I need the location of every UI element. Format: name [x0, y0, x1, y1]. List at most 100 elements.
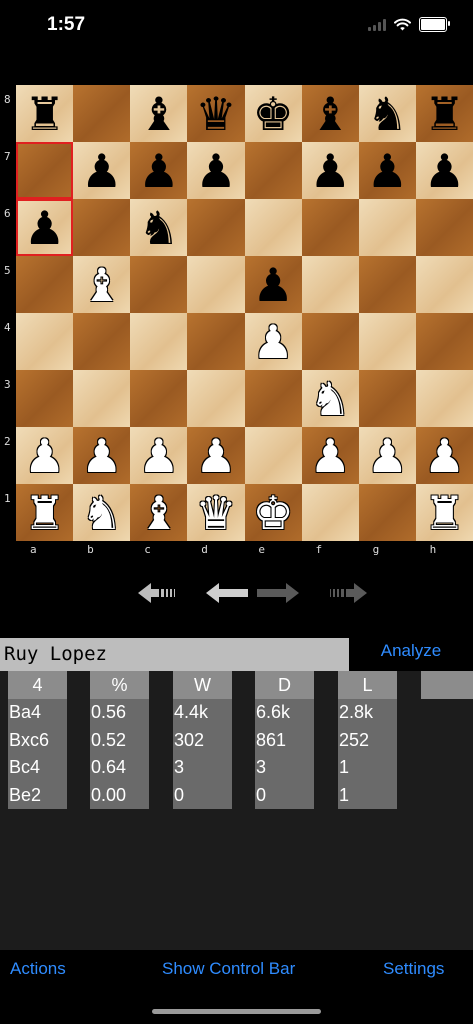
square-g5[interactable] — [358, 256, 416, 313]
move-cell[interactable]: Ba4 — [8, 699, 67, 727]
square-g8[interactable]: ♞ — [358, 85, 416, 142]
first-move-button[interactable] — [137, 578, 181, 608]
square-f8[interactable]: ♝ — [301, 85, 359, 142]
square-h3[interactable] — [415, 370, 473, 427]
square-a8[interactable]: ♜ — [16, 85, 74, 142]
previous-move-button[interactable] — [205, 578, 249, 608]
square-d1[interactable]: ♛ — [187, 484, 245, 541]
show-control-bar-button[interactable]: Show Control Bar — [162, 959, 295, 979]
square-a1[interactable]: ♜ — [16, 484, 74, 541]
black-pawn-icon[interactable]: ♟ — [424, 148, 465, 194]
white-pawn-icon[interactable]: ♟ — [252, 319, 293, 365]
white-pawn-icon[interactable]: ♟ — [24, 433, 65, 479]
square-f2[interactable]: ♟ — [301, 427, 359, 484]
actions-button[interactable]: Actions — [10, 959, 66, 979]
white-rook-icon[interactable]: ♜ — [24, 490, 65, 536]
square-c8[interactable]: ♝ — [130, 85, 188, 142]
square-b7[interactable]: ♟ — [73, 142, 131, 199]
black-rook-icon[interactable]: ♜ — [24, 91, 65, 137]
black-pawn-icon[interactable]: ♟ — [367, 148, 408, 194]
square-d7[interactable]: ♟ — [187, 142, 245, 199]
square-d8[interactable]: ♛ — [187, 85, 245, 142]
square-d3[interactable] — [187, 370, 245, 427]
white-king-icon[interactable]: ♚ — [252, 490, 293, 536]
square-d5[interactable] — [187, 256, 245, 313]
square-c5[interactable] — [130, 256, 188, 313]
black-pawn-icon[interactable]: ♟ — [138, 148, 179, 194]
black-knight-icon[interactable]: ♞ — [367, 91, 408, 137]
square-e7[interactable] — [244, 142, 302, 199]
square-c2[interactable]: ♟ — [130, 427, 188, 484]
move-cell[interactable]: Be2 — [8, 781, 67, 809]
move-cell[interactable]: Bc4 — [8, 754, 67, 782]
square-c1[interactable]: ♝ — [130, 484, 188, 541]
square-e4[interactable]: ♟ — [244, 313, 302, 370]
square-e2[interactable] — [244, 427, 302, 484]
square-g3[interactable] — [358, 370, 416, 427]
square-d4[interactable] — [187, 313, 245, 370]
square-f3[interactable]: ♞ — [301, 370, 359, 427]
white-pawn-icon[interactable]: ♟ — [424, 433, 465, 479]
square-a4[interactable] — [16, 313, 74, 370]
square-h7[interactable]: ♟ — [415, 142, 473, 199]
square-g7[interactable]: ♟ — [358, 142, 416, 199]
square-a3[interactable] — [16, 370, 74, 427]
white-pawn-icon[interactable]: ♟ — [367, 433, 408, 479]
square-b1[interactable]: ♞ — [73, 484, 131, 541]
square-f5[interactable] — [301, 256, 359, 313]
square-d2[interactable]: ♟ — [187, 427, 245, 484]
chess-board[interactable]: ♜ ♝ ♛ ♚ ♝ ♞ ♜ ♟ ♟ ♟ ♟ ♟ ♟ ♟ ♞ ♝ ♟ ♟ ♞ ♟ ♟ ♟ ♟ ♟ ♟ ♟ ♜ ♞ ♝ ♛ ♚ ♜ — [16, 85, 473, 541]
black-pawn-icon[interactable]: ♟ — [252, 262, 293, 308]
next-move-button[interactable] — [256, 578, 300, 608]
square-b6[interactable] — [73, 199, 131, 256]
black-king-icon[interactable]: ♚ — [252, 91, 293, 137]
square-c3[interactable] — [130, 370, 188, 427]
square-e5[interactable]: ♟ — [244, 256, 302, 313]
black-pawn-icon[interactable]: ♟ — [81, 148, 122, 194]
black-pawn-icon[interactable]: ♟ — [24, 205, 65, 251]
black-bishop-icon[interactable]: ♝ — [138, 91, 179, 137]
square-a5[interactable] — [16, 256, 74, 313]
square-d6[interactable] — [187, 199, 245, 256]
white-knight-icon[interactable]: ♞ — [310, 376, 351, 422]
square-b8[interactable] — [73, 85, 131, 142]
square-g6[interactable] — [358, 199, 416, 256]
square-h6[interactable] — [415, 199, 473, 256]
square-a2[interactable]: ♟ — [16, 427, 74, 484]
square-a6[interactable]: ♟ — [16, 199, 74, 256]
white-pawn-icon[interactable]: ♟ — [195, 433, 236, 479]
square-g2[interactable]: ♟ — [358, 427, 416, 484]
square-g1[interactable] — [358, 484, 416, 541]
white-pawn-icon[interactable]: ♟ — [310, 433, 351, 479]
analyze-button[interactable]: Analyze — [349, 638, 473, 671]
black-queen-icon[interactable]: ♛ — [195, 91, 236, 137]
square-e6[interactable] — [244, 199, 302, 256]
square-e3[interactable] — [244, 370, 302, 427]
square-c6[interactable]: ♞ — [130, 199, 188, 256]
white-rook-icon[interactable]: ♜ — [424, 490, 465, 536]
last-move-button[interactable] — [324, 578, 368, 608]
square-h2[interactable]: ♟ — [415, 427, 473, 484]
square-h4[interactable] — [415, 313, 473, 370]
square-h1[interactable]: ♜ — [415, 484, 473, 541]
square-a7[interactable] — [16, 142, 74, 199]
square-e1[interactable]: ♚ — [244, 484, 302, 541]
black-bishop-icon[interactable]: ♝ — [310, 91, 351, 137]
square-f1[interactable] — [301, 484, 359, 541]
square-f7[interactable]: ♟ — [301, 142, 359, 199]
move-cell[interactable]: Bxc6 — [8, 726, 67, 754]
black-pawn-icon[interactable]: ♟ — [195, 148, 236, 194]
black-rook-icon[interactable]: ♜ — [424, 91, 465, 137]
square-b4[interactable] — [73, 313, 131, 370]
black-knight-icon[interactable]: ♞ — [138, 205, 179, 251]
square-e8[interactable]: ♚ — [244, 85, 302, 142]
square-h8[interactable]: ♜ — [415, 85, 473, 142]
white-queen-icon[interactable]: ♛ — [195, 490, 236, 536]
square-f6[interactable] — [301, 199, 359, 256]
square-b5[interactable]: ♝ — [73, 256, 131, 313]
black-pawn-icon[interactable]: ♟ — [310, 148, 351, 194]
white-bishop-icon[interactable]: ♝ — [138, 490, 179, 536]
white-bishop-icon[interactable]: ♝ — [81, 262, 122, 308]
square-b2[interactable]: ♟ — [73, 427, 131, 484]
square-b3[interactable] — [73, 370, 131, 427]
